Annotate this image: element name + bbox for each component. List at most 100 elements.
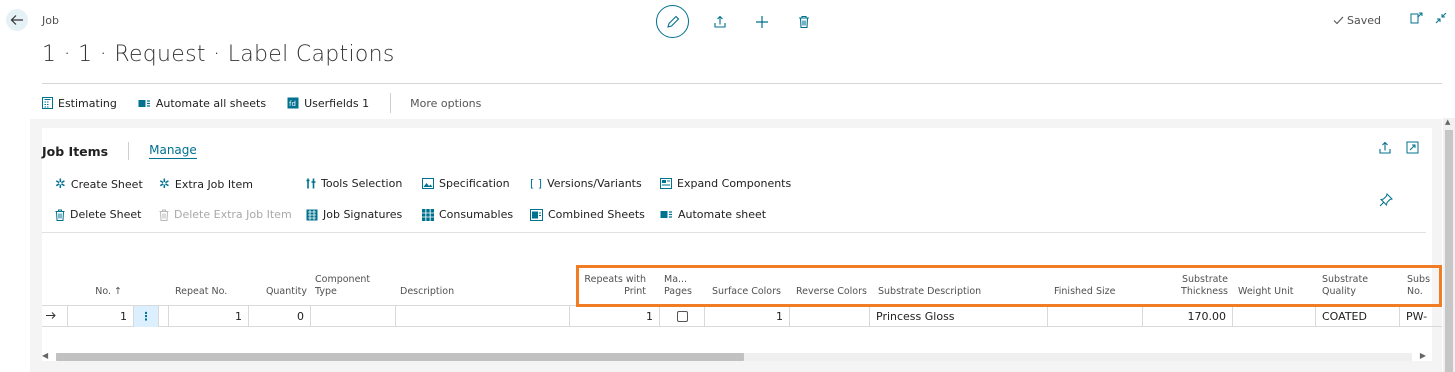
delete-button[interactable] — [793, 11, 815, 33]
delete-extra-job-item-button[interactable]: Delete Extra Job Item — [159, 208, 292, 221]
extra-job-item-button[interactable]: ✲ Extra Job Item — [159, 177, 253, 192]
automate-all-sheets-button[interactable]: Automate all sheets — [138, 97, 266, 110]
automate-sheet-button[interactable]: Automate sheet — [660, 208, 766, 221]
cell-substrate-quality[interactable]: COATED — [1316, 306, 1400, 327]
cell-subs-no[interactable]: PW- — [1400, 306, 1442, 327]
versions-variants-button[interactable]: [ ] Versions/Variants — [530, 177, 642, 190]
automate-icon — [138, 99, 150, 107]
consumables-label: Consumables — [439, 208, 514, 221]
column-header-repeats-with-print-line2: Print — [624, 286, 646, 297]
column-header-no[interactable]: No. ↑ — [80, 286, 122, 298]
vertical-scroll-thumb[interactable] — [1445, 130, 1453, 372]
cell-component-type[interactable] — [311, 306, 396, 327]
column-header-finished-size[interactable]: Finished Size — [1054, 286, 1115, 298]
trash-icon — [799, 15, 809, 28]
collapse-icon[interactable] — [1435, 12, 1447, 24]
more-options-button[interactable]: More options — [410, 97, 481, 110]
column-header-reverse-colors[interactable]: Reverse Colors — [796, 286, 867, 298]
scroll-thumb[interactable] — [56, 353, 744, 361]
cell-no[interactable]: 1 — [68, 306, 134, 327]
cell-repeat-no[interactable]: 1 — [169, 306, 249, 327]
tab-manage[interactable]: Manage — [149, 143, 197, 159]
column-header-quantity[interactable]: Quantity — [252, 286, 307, 298]
arrow-right-icon — [46, 312, 56, 319]
job-signatures-button[interactable]: Job Signatures — [306, 208, 402, 221]
column-header-subs-no-line1[interactable]: Subs — [1407, 274, 1430, 286]
action-bar: Estimating Automate all sheets fd Userfi… — [42, 93, 481, 113]
column-header-substrate-thickness-line1[interactable]: Substrate — [1152, 274, 1228, 286]
plus-icon — [756, 15, 768, 28]
cell-quantity[interactable]: 0 — [249, 306, 311, 327]
cell-repeats-with-print[interactable]: 1 — [570, 306, 660, 327]
tools-selection-button[interactable]: Tools Selection — [306, 177, 402, 190]
combined-sheets-button[interactable]: Combined Sheets — [530, 208, 645, 221]
column-header-substrate-quality-line1[interactable]: Substrate — [1322, 274, 1368, 286]
back-button[interactable] — [6, 9, 28, 31]
userfields-button[interactable]: fd Userfields 1 — [287, 97, 369, 110]
expand-components-button[interactable]: Expand Components — [660, 177, 791, 190]
delete-sheet-button[interactable]: Delete Sheet — [55, 208, 141, 221]
sparkle-icon: ✲ — [55, 177, 66, 192]
cell-surface-colors[interactable]: 1 — [705, 306, 790, 327]
calculator-icon — [42, 97, 53, 109]
consumables-button[interactable]: Consumables — [422, 208, 513, 221]
sparkle-icon: ✲ — [159, 177, 170, 192]
estimating-button[interactable]: Estimating — [42, 97, 117, 110]
create-sheet-button[interactable]: ✲ Create Sheet — [55, 177, 143, 192]
scroll-up-icon[interactable]: ▲ — [1445, 118, 1450, 126]
table-row[interactable]: 1 ⋮ 1 0 1 1 Princess Gloss 170.00 COATED… — [42, 305, 1442, 327]
grid-icon — [422, 208, 434, 221]
automate-icon — [660, 211, 672, 218]
cell-substrate-thickness[interactable]: 170.00 — [1143, 306, 1233, 327]
cell-ma-pages[interactable] — [660, 306, 705, 327]
edit-button[interactable] — [656, 5, 689, 38]
column-header-component-type-line1[interactable]: Component — [315, 274, 370, 286]
expand-view-icon[interactable] — [1406, 141, 1419, 154]
page-title: 1 · 1 · Request · Label Captions — [42, 42, 395, 67]
estimating-label: Estimating — [58, 96, 117, 110]
column-header-surface-colors[interactable]: Surface Colors — [712, 286, 781, 298]
horizontal-scrollbar[interactable]: ◀ ▶ — [42, 350, 1426, 362]
check-icon — [1333, 16, 1344, 25]
extra-job-item-label: Extra Job Item — [174, 178, 253, 191]
tools-selection-label: Tools Selection — [321, 177, 403, 190]
svg-text:fd: fd — [289, 100, 296, 108]
cell-finished-size[interactable] — [1048, 306, 1143, 327]
share-icon — [714, 15, 726, 28]
expand-components-label: Expand Components — [677, 177, 792, 190]
saved-label: Saved — [1347, 14, 1381, 27]
automate-all-sheets-label: Automate all sheets — [155, 96, 267, 110]
cell-reverse-colors[interactable] — [790, 306, 870, 327]
cell-substrate-description[interactable]: Princess Gloss — [870, 306, 1048, 327]
vertical-scrollbar[interactable]: ▲ — [1443, 118, 1455, 372]
share-icon[interactable] — [1378, 141, 1392, 155]
trash-icon — [55, 209, 65, 221]
share-button[interactable] — [709, 11, 731, 33]
scroll-right-icon[interactable]: ▶ — [1420, 351, 1426, 360]
delete-extra-job-item-label: Delete Extra Job Item — [174, 208, 292, 221]
cell-weight-unit[interactable] — [1233, 306, 1316, 327]
open-new-window-icon[interactable] — [1410, 12, 1423, 24]
page-type-caption: Job — [42, 14, 59, 27]
column-header-description[interactable]: Description — [400, 286, 454, 298]
column-header-repeat-no[interactable]: Repeat No. — [175, 286, 227, 298]
arrow-left-icon — [10, 15, 23, 25]
column-header-substrate-description[interactable]: Substrate Description — [878, 286, 981, 298]
ma-pages-checkbox[interactable] — [676, 310, 688, 322]
column-header-ma-pages-line1[interactable]: Ma... — [664, 274, 687, 286]
column-header-substrate-thickness-line2: Thickness — [1181, 286, 1228, 297]
action-bar-separator — [390, 93, 392, 113]
new-button[interactable] — [751, 11, 773, 33]
job-signatures-label: Job Signatures — [323, 208, 403, 221]
tools-icon — [306, 178, 316, 189]
scroll-left-icon[interactable]: ◀ — [42, 351, 48, 360]
saved-status: Saved — [1333, 14, 1381, 27]
grid-header: No. ↑ Repeat No. Quantity Component Type… — [42, 272, 1442, 304]
pin-icon[interactable] — [1379, 193, 1393, 207]
specification-button[interactable]: Specification — [422, 177, 510, 190]
row-indicator[interactable] — [42, 306, 68, 327]
column-header-weight-unit[interactable]: Weight Unit — [1238, 286, 1293, 298]
row-actions-menu[interactable]: ⋮ — [134, 306, 159, 327]
cell-description[interactable] — [396, 306, 570, 327]
column-header-repeats-with-print-line1[interactable]: Repeats with — [582, 274, 646, 286]
